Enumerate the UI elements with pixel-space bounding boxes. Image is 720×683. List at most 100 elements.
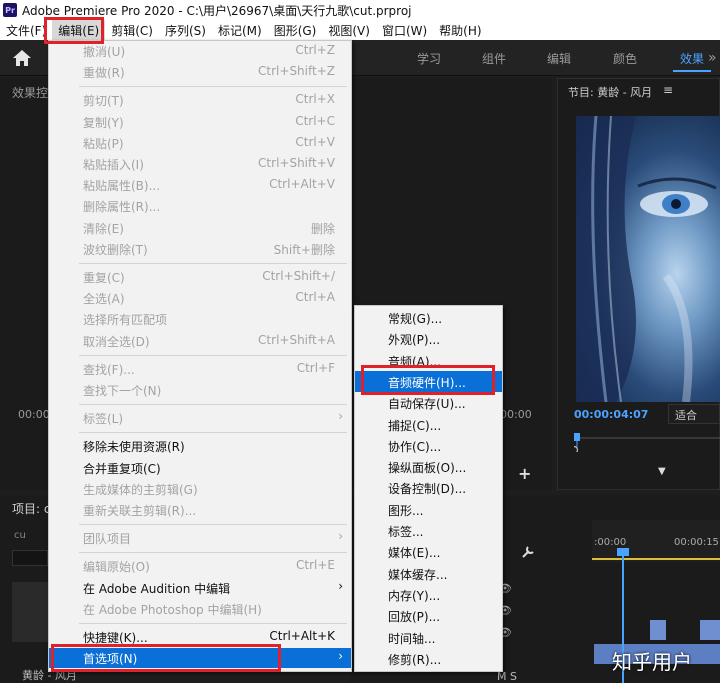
edit-menu-item[interactable]: 编辑原始(O) Ctrl+E (49, 556, 351, 576)
preferences-submenu-item[interactable]: 操纵面板(O)... (355, 456, 502, 477)
edit-menu-item[interactable]: 粘贴(P) Ctrl+V (49, 133, 351, 153)
edit-menu-item[interactable]: 在 Adobe Audition 中编辑 › (49, 578, 351, 598)
edit-menu-item[interactable]: 删除属性(R)... (49, 196, 351, 216)
edit-menu-item-shortcut: Ctrl+C (295, 113, 335, 128)
marker-icon[interactable]: ▼ (658, 466, 666, 477)
edit-menu-item-label: 标签(L) (83, 412, 124, 427)
edit-menu-item[interactable]: 移除未使用资源(R) (49, 436, 351, 456)
preferences-submenu-item[interactable]: 内存(Y)... (355, 584, 502, 605)
edit-menu-item[interactable]: 合并重复项(C) (49, 458, 351, 478)
premiere-logo-icon: Pr (3, 3, 17, 17)
project-search-input[interactable] (12, 550, 48, 566)
edit-menu-item[interactable]: 取消全选(D) Ctrl+Shift+A (49, 331, 351, 351)
more-workspaces-icon[interactable]: » (708, 50, 717, 66)
workspace-tab-0[interactable]: 学习 (417, 40, 441, 76)
edit-menu-item-label: 撤消(U) (83, 45, 126, 59)
edit-menu-item-shortcut: Shift+删除 (273, 242, 335, 257)
edit-menu-item[interactable]: 波纹删除(T) Shift+删除 (49, 239, 351, 259)
edit-menu-item[interactable]: 选择所有匹配项 (49, 309, 351, 329)
program-scrubber[interactable] (574, 432, 720, 452)
edit-menu-item[interactable]: 在 Adobe Photoshop 中编辑(H) (49, 599, 351, 619)
preferences-submenu-item-label: 标签... (388, 525, 424, 539)
preferences-submenu-item[interactable]: 媒体(E)... (355, 541, 502, 562)
edit-menu-item[interactable]: 标签(L) › (49, 408, 351, 428)
edit-menu-item[interactable]: 重做(R) Ctrl+Shift+Z (49, 62, 351, 82)
hamburger-icon[interactable]: ≡ (663, 83, 673, 97)
plus-icon[interactable]: + (518, 464, 531, 483)
project-file-name: cu (14, 530, 26, 541)
menu-4[interactable]: 标记(M) (212, 20, 268, 40)
edit-menu-item-label: 剪切(T) (83, 94, 124, 109)
timeline-clip[interactable] (700, 620, 720, 640)
preferences-submenu-item-label: 修剪(R)... (388, 652, 442, 667)
preferences-submenu-item[interactable]: 图形... (355, 499, 502, 520)
program-monitor-title[interactable]: 节目: 黄龄 - 风月 (568, 84, 652, 100)
menu-separator (79, 354, 347, 356)
preferences-submenu-item[interactable]: 标签... (355, 520, 502, 541)
edit-menu-item-shortcut: Ctrl+X (295, 92, 335, 107)
menu-6[interactable]: 视图(V) (322, 20, 376, 40)
preferences-submenu-item[interactable]: 捕捉(C)... (355, 414, 502, 435)
workspace-tab-3[interactable]: 颜色 (613, 40, 637, 76)
edit-menu-item-label: 在 Adobe Audition 中编辑 (83, 581, 231, 596)
edit-menu-item[interactable]: 团队项目 › (49, 528, 351, 548)
zoom-fit-select[interactable]: 适合 (668, 404, 720, 424)
watermark: 知乎用户 (612, 650, 692, 674)
menu-5[interactable]: 图形(G) (268, 20, 323, 40)
work-area-bar[interactable] (592, 558, 720, 560)
project-clip-thumbnail[interactable] (12, 582, 50, 642)
window-title: Adobe Premiere Pro 2020 - C:\用户\26967\桌面… (22, 3, 412, 18)
edit-menu-item[interactable]: 全选(A) Ctrl+A (49, 288, 351, 308)
edit-menu-item[interactable]: 粘贴插入(I) Ctrl+Shift+V (49, 154, 351, 174)
preferences-submenu-item[interactable]: 回放(P)... (355, 605, 502, 626)
project-panel-title[interactable]: 项目: c (12, 500, 50, 517)
preferences-submenu-item[interactable]: 修剪(R)... (355, 648, 502, 669)
timeline-playhead-knob[interactable] (617, 548, 629, 556)
edit-menu-item-shortcut: Ctrl+Alt+K (269, 629, 335, 643)
edit-menu-item[interactable]: 清除(E) 删除 (49, 218, 351, 238)
edit-menu-item-label: 波纹删除(T) (83, 242, 148, 257)
menu-7[interactable]: 窗口(W) (376, 20, 433, 40)
edit-menu-item-label: 重新关联主剪辑(R)... (83, 504, 197, 518)
edit-menu-item-label: 合并重复项(C) (83, 461, 161, 476)
edit-menu-item[interactable]: 复制(Y) Ctrl+C (49, 112, 351, 132)
preferences-submenu-item[interactable]: 媒体缓存... (355, 563, 502, 584)
edit-menu-item-label: 删除属性(R)... (83, 200, 161, 215)
preferences-submenu-item-label: 操纵面板(O)... (388, 461, 467, 476)
edit-menu-item[interactable]: 剪切(T) Ctrl+X (49, 90, 351, 110)
edit-menu-item-shortcut: Ctrl+F (296, 360, 335, 375)
chevron-right-icon: › (338, 578, 343, 593)
home-icon[interactable] (12, 49, 32, 67)
menu-separator (79, 552, 347, 554)
wrench-icon[interactable] (521, 545, 535, 559)
preferences-submenu-item[interactable]: 协作(C)... (355, 435, 502, 456)
preferences-submenu-item[interactable]: 设备控制(D)... (355, 477, 502, 498)
edit-menu-item-label: 编辑原始(O) (83, 560, 150, 575)
edit-menu-item[interactable]: 撤消(U) Ctrl+Z (49, 41, 351, 61)
preferences-submenu-item[interactable]: 时间轴... (355, 627, 502, 648)
edit-menu-item[interactable]: 粘贴属性(B)... Ctrl+Alt+V (49, 175, 351, 195)
timeline-clip[interactable] (650, 620, 666, 640)
preferences-submenu-item[interactable]: 外观(P)... (355, 328, 502, 349)
edit-menu-item[interactable]: 查找下一个(N) (49, 380, 351, 400)
preferences-submenu-item[interactable]: 自动保存(U)... (355, 392, 502, 413)
workspace-tab-2[interactable]: 编辑 (547, 40, 571, 76)
chevron-right-icon: › (338, 409, 343, 424)
program-playhead-timecode[interactable]: 00:00:04:07 (574, 408, 648, 421)
edit-menu-item[interactable]: 生成媒体的主剪辑(G) (49, 479, 351, 499)
edit-menu-item[interactable]: 查找(F)... Ctrl+F (49, 359, 351, 379)
edit-menu-item[interactable]: 重复(C) Ctrl+Shift+/ (49, 267, 351, 287)
menu-separator (79, 263, 347, 264)
preferences-submenu-item[interactable]: 常规(G)... (355, 307, 502, 328)
effect-controls-title[interactable]: 效果控 (12, 84, 48, 101)
edit-menu-item[interactable]: 重新关联主剪辑(R)... (49, 500, 351, 520)
menu-3[interactable]: 序列(S) (159, 20, 212, 40)
menu-bar: 文件(F) 编辑(E) 剪辑(C) 序列(S) 标记(M) 图形(G) 视图(V) 窗口(W)… (0, 20, 720, 40)
workspace-tab-1[interactable]: 组件 (482, 40, 506, 76)
preferences-submenu-item-label: 协作(C)... (388, 439, 442, 454)
menu-8[interactable]: 帮助(H) (433, 20, 487, 40)
menu-separator (79, 86, 347, 88)
menu-2[interactable]: 剪辑(C) (105, 20, 159, 40)
edit-menu-item-label: 在 Adobe Photoshop 中编辑(H) (83, 602, 262, 617)
preferences-submenu-item-label: 时间轴... (388, 631, 436, 646)
